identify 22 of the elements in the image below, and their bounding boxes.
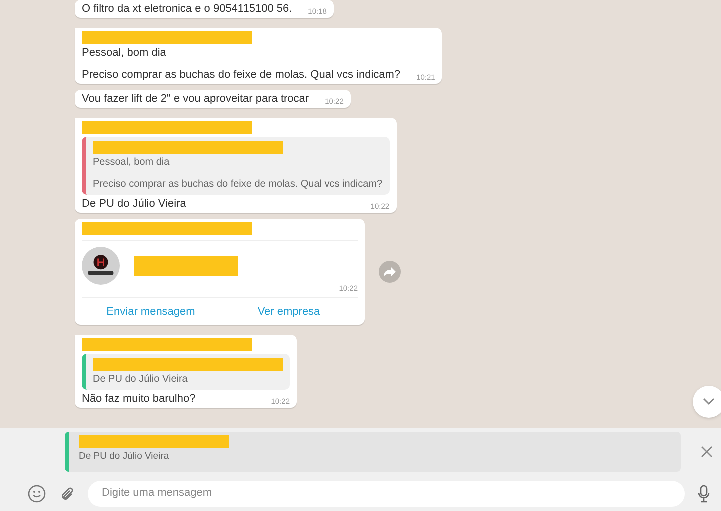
- forward-icon[interactable]: [379, 261, 401, 283]
- message-text: Preciso comprar as buchas do feixe de molas. Qual vcs indicam?: [93, 179, 383, 191]
- microphone-icon[interactable]: [697, 484, 711, 502]
- quoted-message[interactable]: Pessoal, bom dia Preciso comprar as buchas do feixe de molas. Qual vcs indicam?: [82, 137, 390, 195]
- message-text: Preciso comprar as buchas do feixe de molas. Qual vcs indicam?: [82, 69, 401, 81]
- emoji-icon[interactable]: [28, 484, 46, 502]
- business-action-link[interactable]: Ver empresa: [220, 302, 358, 322]
- reply-preview-text: De PU do Júlio Vieira: [79, 450, 170, 464]
- close-icon[interactable]: [701, 446, 713, 458]
- chevron-down-icon: [703, 398, 715, 406]
- message-text: O filtro da xt eletronica e o 9054115100 56.: [82, 3, 292, 15]
- message-text: Não faz muito barulho?: [82, 393, 196, 405]
- business-avatar-icon: [82, 247, 120, 285]
- message-field[interactable]: Digite uma mensagem: [88, 480, 685, 506]
- quoted-message[interactable]: De PU do Júlio Vieira: [82, 354, 290, 390]
- message-text: Pessoal, bom dia: [82, 47, 168, 59]
- message-input[interactable]: Digite uma mensagem: [102, 485, 671, 502]
- message-text: Vou fazer lift de 2" e vou aproveitar para trocar: [82, 93, 310, 105]
- message-text: De PU do Júlio Vieira: [82, 198, 186, 210]
- business-action-link[interactable]: Enviar mensagem: [82, 302, 220, 322]
- message-text: Pessoal, bom dia: [93, 157, 171, 169]
- message-text: De PU do Júlio Vieira: [93, 374, 189, 386]
